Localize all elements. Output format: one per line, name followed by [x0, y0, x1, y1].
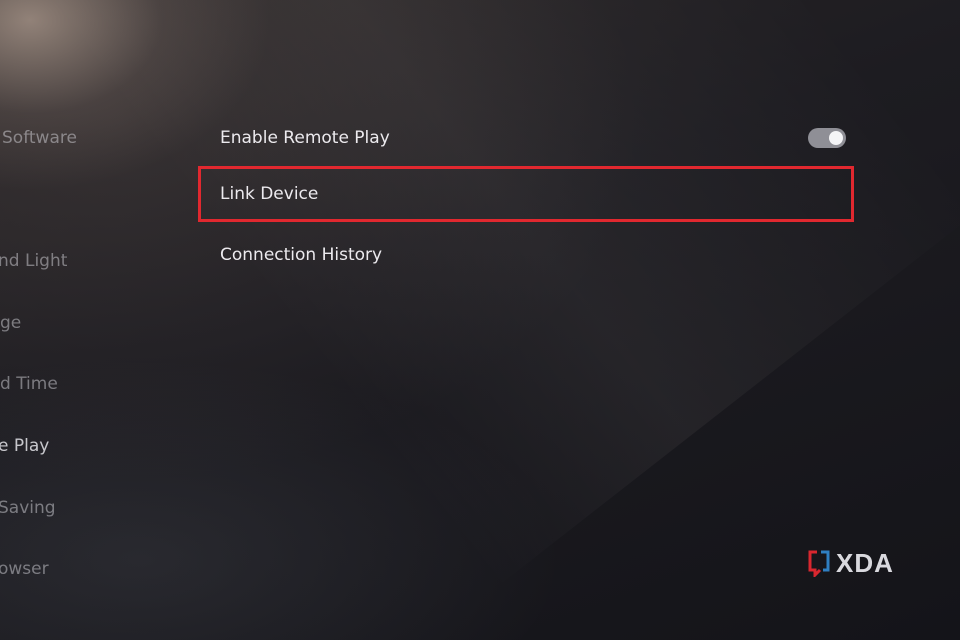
sidebar-item-remote-play[interactable]: e Play [0, 428, 180, 464]
sidebar-item-power-saving[interactable]: Saving [0, 490, 180, 526]
connection-history-label: Connection History [220, 245, 383, 265]
xda-watermark: XDA [806, 547, 894, 579]
settings-sidebar: Software nd Light ge d Time e Play Savin… [0, 0, 180, 640]
sidebar-item-system-software[interactable]: Software [0, 120, 180, 156]
enable-remote-play-row[interactable]: Enable Remote Play [198, 110, 854, 166]
sidebar-item-label: e Play [0, 436, 50, 456]
sidebar-item-storage[interactable]: ge [0, 305, 180, 341]
sidebar-item-label: Software [2, 128, 77, 148]
enable-remote-play-label: Enable Remote Play [220, 128, 390, 148]
link-device-label: Link Device [220, 184, 319, 204]
sidebar-item-label: nd Light [0, 251, 68, 271]
link-device-row[interactable]: Link Device [198, 166, 854, 222]
sidebar-item-label: d Time [0, 374, 58, 394]
xda-logo-icon [808, 550, 830, 577]
sidebar-item-sound-and-light[interactable]: nd Light [0, 243, 180, 279]
toggle-knob [829, 131, 843, 145]
enable-remote-play-toggle[interactable] [808, 128, 846, 148]
sidebar-item-label: Saving [0, 498, 56, 518]
xda-watermark-text: XDA [836, 547, 894, 578]
connection-history-row[interactable]: Connection History [198, 227, 854, 283]
sidebar-item-date-and-time[interactable]: d Time [0, 366, 180, 402]
sidebar-item-label: owser [0, 559, 49, 579]
ps5-settings-screen: Software nd Light ge d Time e Play Savin… [0, 0, 960, 640]
sidebar-item-web-browser[interactable]: owser [0, 551, 180, 587]
sidebar-item-label: ge [0, 313, 22, 333]
